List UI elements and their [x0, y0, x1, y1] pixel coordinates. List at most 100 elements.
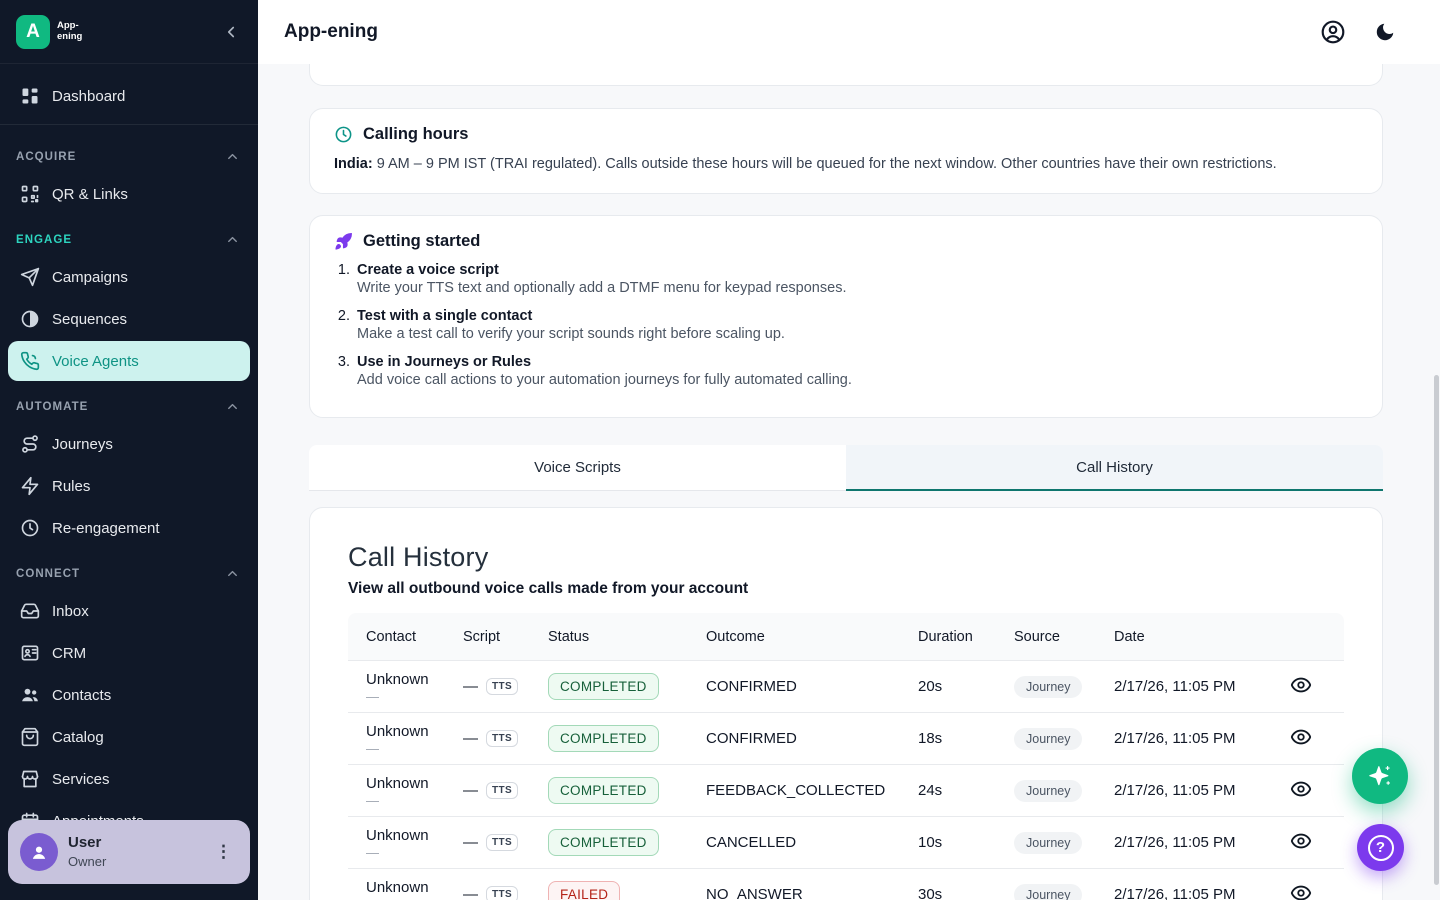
table-header-row: Contact Script Status Outcome Duration S… [348, 613, 1344, 661]
scrollbar-thumb[interactable] [1434, 375, 1439, 885]
contact-sub: — [366, 794, 443, 807]
status-badge: COMPLETED [548, 673, 659, 700]
sidebar-item-journeys[interactable]: Journeys [8, 424, 250, 464]
getting-started-header: Getting started [334, 232, 1358, 251]
country-label: India: [334, 156, 373, 172]
call-history-title: Call History [348, 542, 1344, 573]
view-call-button[interactable] [1288, 672, 1314, 701]
zap-icon [20, 476, 40, 496]
col-contact: Contact [348, 613, 453, 661]
sidebar-item-contacts[interactable]: Contacts [8, 675, 250, 715]
sidebar-item-crm[interactable]: CRM [8, 633, 250, 673]
sidebar-item-re-engagement[interactable]: Re-engagement [8, 508, 250, 548]
section-label: CONNECT [16, 568, 80, 580]
table-row: Unknown— —TTS COMPLETED CONFIRMED 20s Jo… [348, 661, 1344, 713]
duration-value: 30s [908, 869, 1004, 900]
app-logo-letter: A [26, 21, 40, 43]
sidebar-item-inbox[interactable]: Inbox [8, 591, 250, 631]
tab-call-history[interactable]: Call History [846, 445, 1383, 491]
eye-icon [1290, 726, 1312, 748]
store-icon [20, 769, 40, 789]
view-call-button[interactable] [1288, 724, 1314, 753]
sparkles-icon [1366, 762, 1394, 790]
dark-mode-toggle[interactable] [1374, 21, 1396, 43]
sidebar-item-services[interactable]: Services [8, 759, 250, 799]
source-badge: Journey [1014, 676, 1082, 698]
call-history-table: Contact Script Status Outcome Duration S… [348, 613, 1344, 900]
sidebar-item-label: Catalog [52, 729, 104, 746]
col-source: Source [1004, 613, 1104, 661]
sidebar-item-label: Campaigns [52, 269, 128, 286]
view-call-button[interactable] [1288, 828, 1314, 857]
source-badge: Journey [1014, 832, 1082, 854]
script-value: — [463, 782, 478, 799]
contact-name: Unknown [366, 775, 443, 792]
sidebar-item-rules[interactable]: Rules [8, 466, 250, 506]
table-row: Unknown— —TTS COMPLETED CANCELLED 10s Jo… [348, 817, 1344, 869]
call-history-subtitle: View all outbound voice calls made from … [348, 580, 1344, 598]
sidebar-item-label: Voice Agents [52, 353, 139, 370]
sidebar-item-qr-links[interactable]: QR & Links [8, 174, 250, 214]
clock-icon [20, 518, 40, 538]
section-label: ACQUIRE [16, 151, 76, 163]
sidebar-item-sequences[interactable]: Sequences [8, 299, 250, 339]
sidebar-section-engage[interactable]: ENGAGE [0, 216, 258, 255]
section-label: ENGAGE [16, 234, 72, 246]
dashboard-grid-icon [20, 86, 40, 106]
step-item: 2. Test with a single contact Make a tes… [334, 307, 1358, 343]
col-script: Script [453, 613, 538, 661]
clock-icon [334, 125, 353, 144]
col-status: Status [538, 613, 696, 661]
sidebar-header: A App- ening [0, 0, 258, 64]
sidebar-item-catalog[interactable]: Catalog [8, 717, 250, 757]
col-duration: Duration [908, 613, 1004, 661]
tts-badge: TTS [486, 834, 518, 851]
user-card[interactable]: User Owner ⋮ [8, 820, 250, 884]
duration-value: 24s [908, 765, 1004, 817]
table-row: Unknown— —TTS COMPLETED CONFIRMED 18s Jo… [348, 713, 1344, 765]
outcome-value: CONFIRMED [696, 713, 908, 765]
app-window: A App- ening Dashboard ACQUIRE QR & [0, 0, 1440, 900]
sidebar-item-label: Sequences [52, 311, 127, 328]
sidebar-section-automate[interactable]: AUTOMATE [0, 383, 258, 422]
getting-started-title: Getting started [363, 232, 480, 251]
app-logo: A [16, 15, 50, 49]
calling-hours-text: India: 9 AM – 9 PM IST (TRAI regulated).… [334, 155, 1358, 173]
calling-hours-header: Calling hours [334, 125, 1358, 144]
calling-hours-title: Calling hours [363, 125, 468, 144]
sidebar-item-dashboard[interactable]: Dashboard [8, 76, 250, 116]
outcome-value: CANCELLED [696, 817, 908, 869]
rocket-icon [334, 232, 353, 251]
contrast-icon [20, 309, 40, 329]
tab-voice-scripts[interactable]: Voice Scripts [309, 445, 846, 491]
chevron-up-icon [225, 149, 240, 164]
chevron-up-icon [225, 232, 240, 247]
contact-sub: — [366, 690, 443, 703]
sidebar-item-voice-agents[interactable]: Voice Agents [8, 341, 250, 381]
calling-hours-card: Calling hours India: 9 AM – 9 PM IST (TR… [309, 108, 1383, 194]
step-number: 1. [334, 261, 350, 297]
step-description: Add voice call actions to your automatio… [357, 371, 852, 389]
step-description: Make a test call to verify your script s… [357, 325, 785, 343]
duration-value: 18s [908, 713, 1004, 765]
assistant-fab[interactable] [1352, 748, 1408, 804]
user-menu-button[interactable]: ⋮ [209, 838, 238, 866]
contact-sub: — [366, 742, 443, 755]
contact-name: Unknown [366, 671, 443, 688]
view-call-button[interactable] [1288, 776, 1314, 805]
script-value: — [463, 730, 478, 747]
sidebar-section-connect[interactable]: CONNECT [0, 550, 258, 589]
sidebar: A App- ening Dashboard ACQUIRE QR & [0, 0, 258, 900]
sidebar-collapse-button[interactable] [218, 19, 244, 45]
script-value: — [463, 834, 478, 851]
top-header: App-ening [258, 0, 1440, 64]
qr-code-icon [20, 184, 40, 204]
account-button[interactable] [1320, 19, 1346, 45]
view-call-button[interactable] [1288, 880, 1314, 900]
page-title: App-ening [284, 21, 378, 43]
status-badge: FAILED [548, 881, 620, 900]
sidebar-item-campaigns[interactable]: Campaigns [8, 257, 250, 297]
sidebar-section-acquire[interactable]: ACQUIRE [0, 133, 258, 172]
help-fab[interactable]: ? [1357, 824, 1404, 871]
status-badge: COMPLETED [548, 777, 659, 804]
